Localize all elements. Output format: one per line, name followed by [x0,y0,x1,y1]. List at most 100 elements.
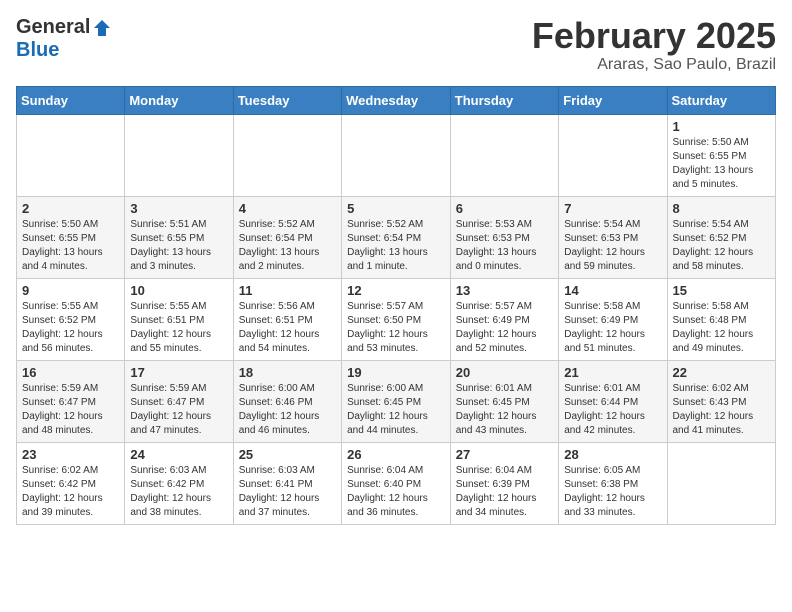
calendar-header-row: SundayMondayTuesdayWednesdayThursdayFrid… [17,86,776,114]
logo-icon [92,18,112,38]
day-cell: 4Sunrise: 5:52 AM Sunset: 6:54 PM Daylig… [233,196,341,278]
day-number: 27 [456,447,553,462]
day-number: 15 [673,283,771,298]
day-info: Sunrise: 6:04 AM Sunset: 6:40 PM Dayligh… [347,464,445,520]
day-cell: 9Sunrise: 5:55 AM Sunset: 6:52 PM Daylig… [17,278,125,360]
week-row-4: 16 Sunrise: 5:59 AM Sunset: 6:47 PM Dayli… [17,360,776,442]
day-info: Sunrise: 5:53 AM Sunset: 6:53 PM Dayligh… [456,218,553,274]
day-header-monday: Monday [125,86,233,114]
day-cell: 26 Sunrise: 6:04 AM Sunset: 6:40 PM Dayli… [342,442,451,524]
day-cell [233,114,341,196]
day-number: 2 [22,201,119,216]
day-number: 18 [239,365,336,380]
day-number: 7 [564,201,661,216]
day-cell [559,114,667,196]
day-info: Sunrise: 5:59 AM Sunset: 6:47 PM Dayligh… [130,382,227,438]
day-number: 25 [239,447,336,462]
day-number: 4 [239,201,336,216]
day-number: 17 [130,365,227,380]
day-number: 13 [456,283,553,298]
day-number: 16 [22,365,119,380]
day-cell: 7 Sunrise: 5:54 AM Sunset: 6:53 PM Daylig… [559,196,667,278]
day-number: 9 [22,283,119,298]
calendar: SundayMondayTuesdayWednesdayThursdayFrid… [16,86,776,525]
day-header-thursday: Thursday [450,86,558,114]
day-info: Sunrise: 5:58 AM Sunset: 6:48 PM Dayligh… [673,300,771,356]
day-cell: 16 Sunrise: 5:59 AM Sunset: 6:47 PM Dayli… [17,360,125,442]
day-info: Sunrise: 6:02 AM Sunset: 6:42 PM Dayligh… [22,464,119,520]
day-cell: 10Sunrise: 5:55 AM Sunset: 6:51 PM Dayli… [125,278,233,360]
day-header-sunday: Sunday [17,86,125,114]
day-number: 3 [130,201,227,216]
day-cell: 19 Sunrise: 6:00 AM Sunset: 6:45 PM Dayli… [342,360,451,442]
day-number: 12 [347,283,445,298]
day-header-saturday: Saturday [667,86,776,114]
day-number: 22 [673,365,771,380]
day-info: Sunrise: 5:50 AM Sunset: 6:55 PM Dayligh… [22,218,119,274]
logo-general: General [16,16,90,39]
day-cell [17,114,125,196]
day-cell: 11 Sunrise: 5:56 AM Sunset: 6:51 PM Dayli… [233,278,341,360]
day-cell: 12 Sunrise: 5:57 AM Sunset: 6:50 PM Dayli… [342,278,451,360]
day-info: Sunrise: 6:00 AM Sunset: 6:46 PM Dayligh… [239,382,336,438]
day-info: Sunrise: 5:58 AM Sunset: 6:49 PM Dayligh… [564,300,661,356]
week-row-5: 23Sunrise: 6:02 AM Sunset: 6:42 PM Dayli… [17,442,776,524]
day-number: 28 [564,447,661,462]
day-cell: 1 Sunrise: 5:50 AM Sunset: 6:55 PM Daylig… [667,114,776,196]
day-number: 20 [456,365,553,380]
day-info: Sunrise: 6:00 AM Sunset: 6:45 PM Dayligh… [347,382,445,438]
day-cell: 27 Sunrise: 6:04 AM Sunset: 6:39 PM Dayli… [450,442,558,524]
day-cell: 25 Sunrise: 6:03 AM Sunset: 6:41 PM Dayli… [233,442,341,524]
day-cell: 5 Sunrise: 5:52 AM Sunset: 6:54 PM Daylig… [342,196,451,278]
day-info: Sunrise: 5:51 AM Sunset: 6:55 PM Dayligh… [130,218,227,274]
day-number: 1 [673,119,771,134]
title-block: February 2025 Araras, Sao Paulo, Brazil [532,16,776,74]
day-number: 11 [239,283,336,298]
day-cell: 17 Sunrise: 5:59 AM Sunset: 6:47 PM Dayli… [125,360,233,442]
day-number: 24 [130,447,227,462]
day-number: 8 [673,201,771,216]
day-number: 19 [347,365,445,380]
day-info: Sunrise: 5:59 AM Sunset: 6:47 PM Dayligh… [22,382,119,438]
day-info: Sunrise: 6:02 AM Sunset: 6:43 PM Dayligh… [673,382,771,438]
day-number: 10 [130,283,227,298]
day-info: Sunrise: 5:57 AM Sunset: 6:50 PM Dayligh… [347,300,445,356]
day-info: Sunrise: 6:01 AM Sunset: 6:44 PM Dayligh… [564,382,661,438]
day-info: Sunrise: 5:52 AM Sunset: 6:54 PM Dayligh… [347,218,445,274]
day-cell [125,114,233,196]
day-info: Sunrise: 5:54 AM Sunset: 6:53 PM Dayligh… [564,218,661,274]
day-cell [342,114,451,196]
day-info: Sunrise: 5:57 AM Sunset: 6:49 PM Dayligh… [456,300,553,356]
day-cell: 6 Sunrise: 5:53 AM Sunset: 6:53 PM Daylig… [450,196,558,278]
day-header-tuesday: Tuesday [233,86,341,114]
logo-blue: Blue [16,39,59,62]
day-info: Sunrise: 6:03 AM Sunset: 6:42 PM Dayligh… [130,464,227,520]
day-cell: 3 Sunrise: 5:51 AM Sunset: 6:55 PM Daylig… [125,196,233,278]
location: Araras, Sao Paulo, Brazil [532,56,776,74]
day-cell: 28 Sunrise: 6:05 AM Sunset: 6:38 PM Dayli… [559,442,667,524]
week-row-1: 1 Sunrise: 5:50 AM Sunset: 6:55 PM Daylig… [17,114,776,196]
day-header-friday: Friday [559,86,667,114]
day-info: Sunrise: 6:03 AM Sunset: 6:41 PM Dayligh… [239,464,336,520]
day-info: Sunrise: 5:56 AM Sunset: 6:51 PM Dayligh… [239,300,336,356]
day-info: Sunrise: 6:05 AM Sunset: 6:38 PM Dayligh… [564,464,661,520]
day-cell [667,442,776,524]
day-cell: 24 Sunrise: 6:03 AM Sunset: 6:42 PM Dayli… [125,442,233,524]
day-info: Sunrise: 6:04 AM Sunset: 6:39 PM Dayligh… [456,464,553,520]
day-info: Sunrise: 5:54 AM Sunset: 6:52 PM Dayligh… [673,218,771,274]
logo: General Blue [16,16,112,62]
day-cell: 8 Sunrise: 5:54 AM Sunset: 6:52 PM Daylig… [667,196,776,278]
day-number: 26 [347,447,445,462]
day-cell: 15 Sunrise: 5:58 AM Sunset: 6:48 PM Dayli… [667,278,776,360]
week-row-3: 9Sunrise: 5:55 AM Sunset: 6:52 PM Daylig… [17,278,776,360]
day-info: Sunrise: 5:50 AM Sunset: 6:55 PM Dayligh… [673,136,771,192]
day-cell: 20Sunrise: 6:01 AM Sunset: 6:45 PM Dayli… [450,360,558,442]
day-cell: 21Sunrise: 6:01 AM Sunset: 6:44 PM Dayli… [559,360,667,442]
day-number: 5 [347,201,445,216]
day-cell: 13 Sunrise: 5:57 AM Sunset: 6:49 PM Dayli… [450,278,558,360]
day-cell: 18 Sunrise: 6:00 AM Sunset: 6:46 PM Dayli… [233,360,341,442]
day-number: 14 [564,283,661,298]
month-title: February 2025 [532,16,776,56]
week-row-2: 2 Sunrise: 5:50 AM Sunset: 6:55 PM Daylig… [17,196,776,278]
day-number: 6 [456,201,553,216]
